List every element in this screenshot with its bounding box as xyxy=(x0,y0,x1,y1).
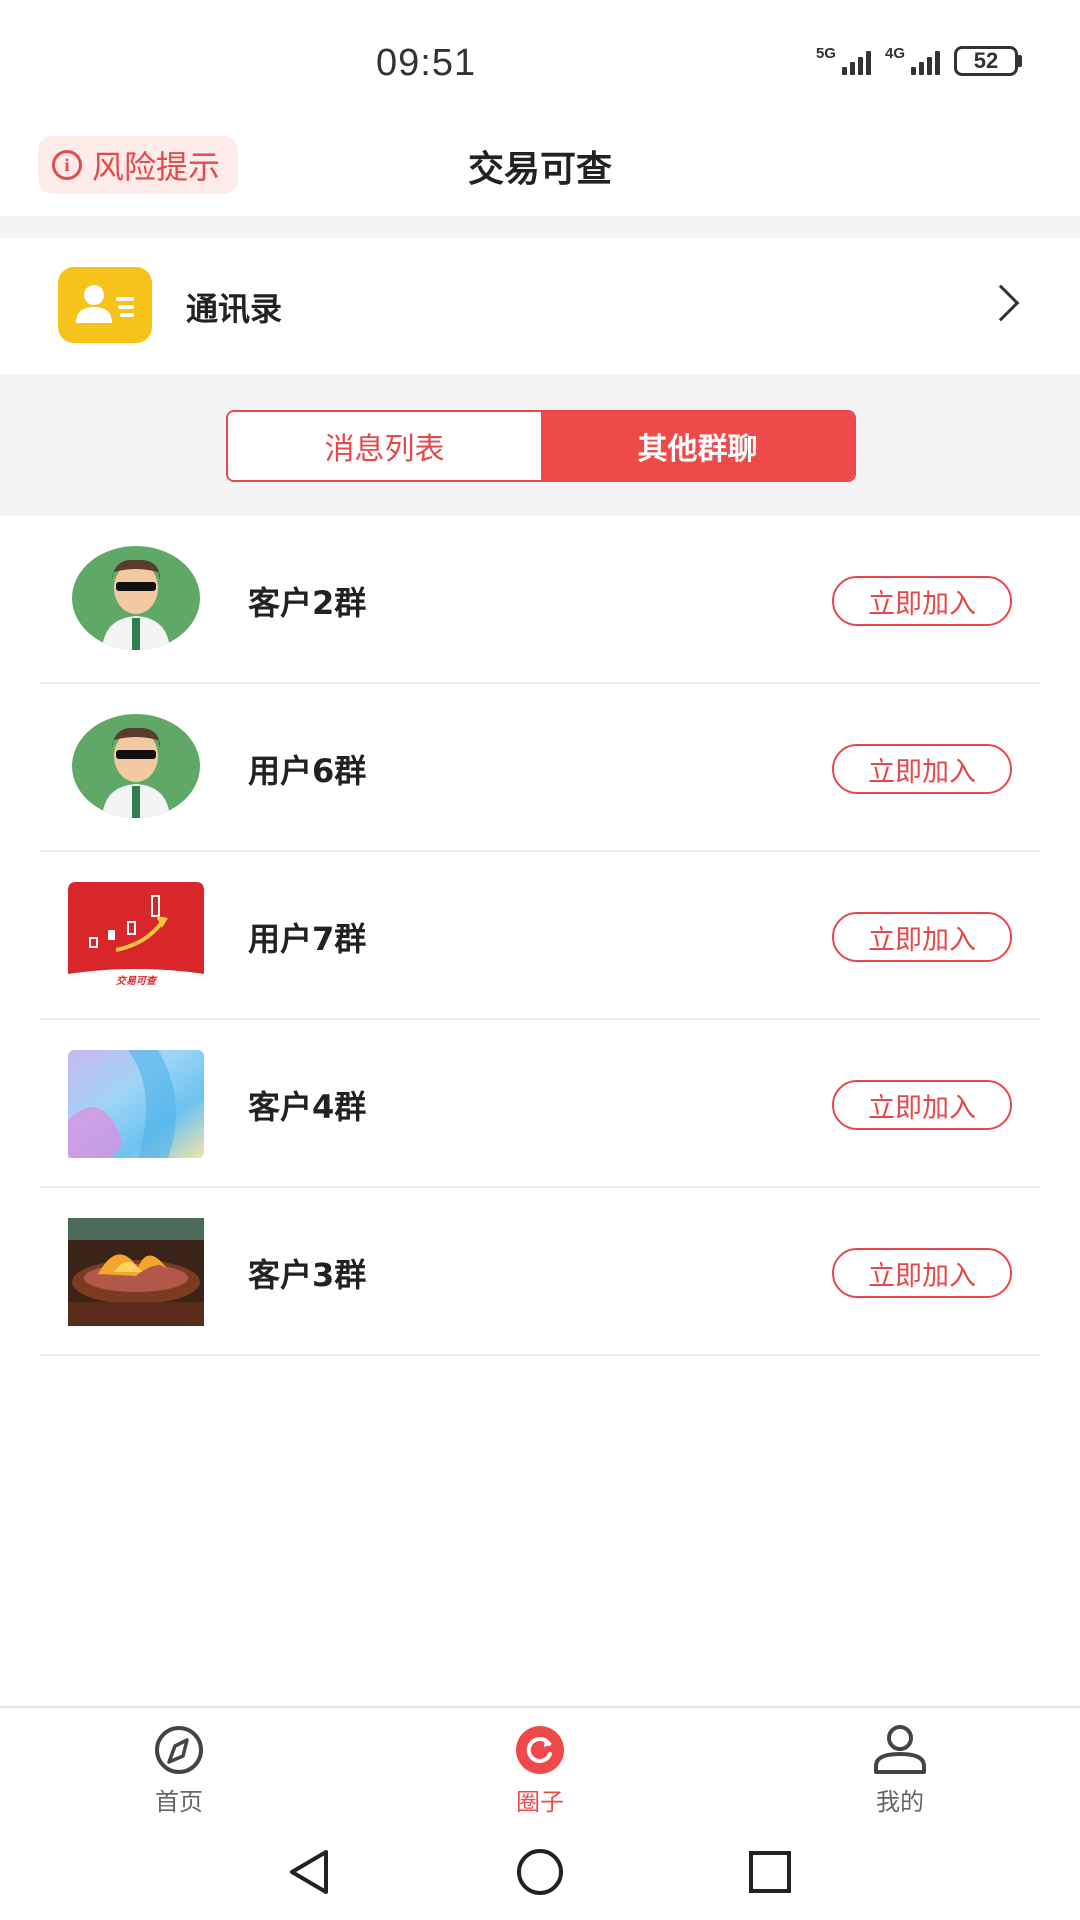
nav-mine-label: 我的 xyxy=(876,1788,924,1816)
red-candlestick-logo: 交易可查 xyxy=(68,882,204,990)
tab-other-groups[interactable]: 其他群聊 xyxy=(541,412,854,480)
recents-square-icon[interactable] xyxy=(740,1842,800,1902)
divider xyxy=(0,216,1080,238)
join-button[interactable]: 立即加入 xyxy=(832,1080,1012,1130)
status-bar: 09:51 5G 4G 52 xyxy=(0,0,1080,120)
grill-fire-photo xyxy=(68,1218,204,1326)
chevron-right-icon xyxy=(982,284,1020,322)
circle-refresh-icon xyxy=(516,1726,564,1774)
compass-icon xyxy=(155,1726,203,1774)
group-name: 客户2群 xyxy=(248,584,367,622)
group-name: 客户4群 xyxy=(248,1088,367,1126)
list-item[interactable]: 交易可查 用户7群 立即加入 xyxy=(40,852,1040,1020)
nav-mine[interactable]: 我的 xyxy=(840,1724,960,1817)
group-name: 用户6群 xyxy=(248,752,367,790)
join-button[interactable]: 立即加入 xyxy=(832,1248,1012,1298)
logo-caption: 交易可查 xyxy=(116,976,156,987)
gradient-wave-image xyxy=(68,1050,204,1158)
header: i 风险提示 交易可查 xyxy=(0,120,1080,216)
system-nav-bar xyxy=(0,1820,1080,1920)
status-icons: 5G 4G 52 xyxy=(816,46,1022,76)
tab-message-list[interactable]: 消息列表 xyxy=(228,412,541,480)
list-item[interactable]: 客户4群 立即加入 xyxy=(40,1020,1040,1188)
nav-circle-label: 圈子 xyxy=(516,1788,564,1816)
battery-level: 52 xyxy=(954,46,1018,76)
list-item[interactable]: 客户3群 立即加入 xyxy=(40,1188,1040,1356)
group-name: 客户3群 xyxy=(248,1256,367,1294)
nav-home-label: 首页 xyxy=(155,1788,203,1816)
nav-circle[interactable]: 圈子 xyxy=(480,1724,600,1817)
nav-home[interactable]: 首页 xyxy=(119,1724,239,1817)
list-item[interactable]: 客户2群 立即加入 xyxy=(40,516,1040,684)
back-icon[interactable] xyxy=(280,1842,340,1902)
cartoon-man-avatar xyxy=(72,546,200,650)
signal-5g-icon: 5G xyxy=(816,46,871,75)
list-item[interactable]: 用户6群 立即加入 xyxy=(40,684,1040,852)
segmented-tabs: 消息列表 其他群聊 xyxy=(226,410,856,482)
bottom-nav: 首页 圈子 我的 xyxy=(0,1706,1080,1820)
contacts-row[interactable]: 通讯录 xyxy=(0,238,1080,374)
contacts-label: 通讯录 xyxy=(186,290,283,328)
tabs-area: 消息列表 其他群聊 xyxy=(0,374,1080,516)
group-list: 客户2群 立即加入 用户6群 立即加入 交易可查 用户7群 立即加入 客户4群 … xyxy=(0,516,1080,1356)
home-circle-icon[interactable] xyxy=(510,1842,570,1902)
group-name: 用户7群 xyxy=(248,920,367,958)
battery-icon: 52 xyxy=(954,46,1022,76)
status-time: 09:51 xyxy=(376,42,477,84)
signal-4g-icon: 4G xyxy=(885,46,940,75)
join-button[interactable]: 立即加入 xyxy=(832,744,1012,794)
page-title: 交易可查 xyxy=(467,149,612,190)
cartoon-man-avatar xyxy=(72,714,200,818)
contacts-card-icon xyxy=(58,267,152,343)
person-icon xyxy=(874,1725,926,1774)
join-button[interactable]: 立即加入 xyxy=(832,912,1012,962)
join-button[interactable]: 立即加入 xyxy=(832,576,1012,626)
